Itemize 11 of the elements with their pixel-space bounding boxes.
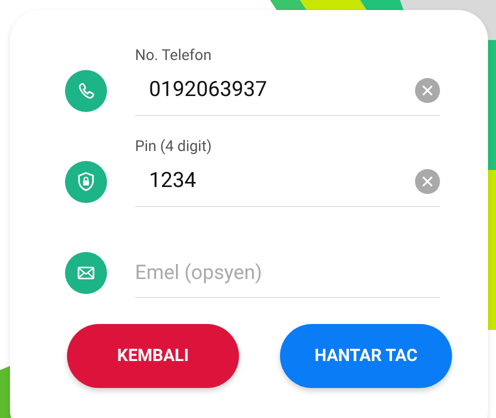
send-button[interactable]: HANTAR TAC — [280, 324, 452, 388]
clear-icon[interactable] — [415, 78, 440, 102]
clear-icon[interactable] — [415, 168, 440, 194]
back-button[interactable]: KEMBALI — [67, 324, 239, 388]
input-field[interactable]: 0192063937 — [135, 65, 440, 116]
input-field[interactable]: 1234 — [135, 156, 440, 207]
envelope-icon — [65, 252, 107, 294]
field-label: No. Telefon — [135, 45, 212, 65]
shield-lock-icon — [65, 161, 107, 203]
phone-icon — [65, 70, 107, 112]
field-label: Pin (4 digit) — [135, 136, 213, 156]
